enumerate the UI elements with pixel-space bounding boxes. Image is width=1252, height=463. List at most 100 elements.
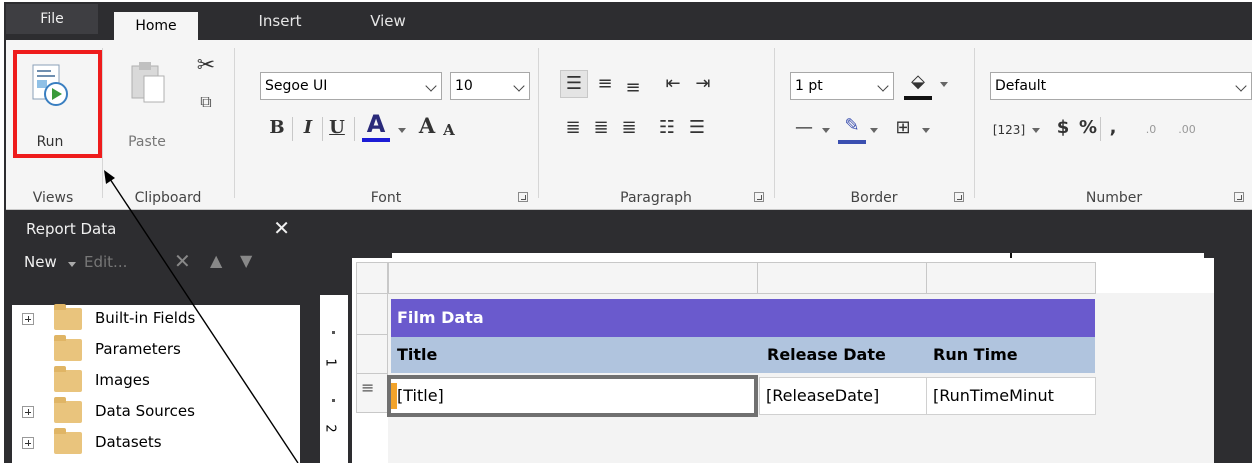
align-center-icon[interactable]: ≣ <box>588 116 614 140</box>
run-button-highlight <box>13 50 102 158</box>
tab-view[interactable]: View <box>366 2 410 40</box>
tree-item-parameters[interactable]: Parameters <box>12 335 300 366</box>
report-data-title: Report Data <box>26 220 117 238</box>
table-title-cell[interactable]: Film Data <box>391 299 1095 337</box>
header-cell-title[interactable]: Title <box>391 337 761 373</box>
italic-button[interactable]: I <box>298 116 318 140</box>
divider <box>292 117 293 141</box>
row-handle[interactable]: ≡ <box>356 373 388 413</box>
currency-button[interactable]: $ <box>1054 116 1072 140</box>
table-corner-handle[interactable] <box>356 262 388 294</box>
column-handle[interactable] <box>388 262 758 294</box>
paste-icon <box>131 62 165 103</box>
chevron-down-icon[interactable] <box>1032 128 1040 133</box>
expand-icon[interactable] <box>22 313 34 325</box>
chevron-down-icon <box>877 80 889 92</box>
vertical-ruler: 1 2 <box>320 295 348 463</box>
decrease-indent-icon[interactable]: ⇤ <box>660 72 686 96</box>
grow-font-button[interactable]: A <box>414 114 440 138</box>
chevron-down-icon[interactable] <box>870 128 878 133</box>
tree-item-datasets[interactable]: Datasets <box>12 428 300 459</box>
new-button[interactable]: New <box>24 253 57 271</box>
delete-icon[interactable]: ✕ <box>174 249 191 273</box>
border-group: 1 pt ⬙ — ✎ ⊞ Border <box>776 40 972 210</box>
close-icon[interactable]: ✕ <box>273 211 290 245</box>
expand-icon[interactable] <box>22 406 34 418</box>
folder-icon <box>54 397 82 423</box>
numbering-icon[interactable]: ☰ <box>684 116 710 140</box>
chevron-down-icon[interactable] <box>922 128 930 133</box>
font-name-combo[interactable]: Segoe UI <box>260 72 442 100</box>
number-dialog-launcher-icon[interactable] <box>1234 192 1244 202</box>
tree-item-label: Data Sources <box>95 402 195 420</box>
tab-insert[interactable]: Insert <box>250 2 310 40</box>
percent-button[interactable]: % <box>1076 116 1100 140</box>
border-dialog-launcher-icon[interactable] <box>954 192 964 202</box>
border-color-icon[interactable]: ⬙ <box>904 70 932 94</box>
borders-icon[interactable]: ⊞ <box>890 116 916 140</box>
tree-item-label: Datasets <box>95 433 162 451</box>
divider <box>354 117 355 141</box>
chevron-down-icon[interactable] <box>398 128 406 133</box>
align-middle-icon[interactable]: ≡ <box>592 72 618 96</box>
detail-cell-run-time[interactable]: [RunTimeMinut <box>926 377 1096 415</box>
paste-button[interactable]: Paste <box>116 54 178 154</box>
font-dialog-launcher-icon[interactable] <box>518 192 528 202</box>
column-handle[interactable] <box>926 262 1096 294</box>
header-cell-run-time[interactable]: Run Time <box>927 337 1095 373</box>
border-group-label: Border <box>850 190 898 206</box>
number-group-label: Number <box>1085 190 1143 206</box>
increase-indent-icon[interactable]: ⇥ <box>690 72 716 96</box>
expand-icon[interactable] <box>22 437 34 449</box>
report-data-pane: Report Data ✕ New Edit... ✕ ▲ ▼ Built-in… <box>6 211 300 463</box>
detail-cell-release-date[interactable]: [ReleaseDate] <box>759 377 927 415</box>
cut-icon[interactable]: ✂ <box>192 54 220 78</box>
paragraph-dialog-launcher-icon[interactable] <box>754 192 764 202</box>
chevron-down-icon[interactable] <box>940 82 948 87</box>
tree-item-label: Parameters <box>95 340 181 358</box>
clipboard-group-label: Clipboard <box>134 190 202 206</box>
bullets-icon[interactable]: ☷ <box>654 116 680 140</box>
move-down-icon[interactable]: ▼ <box>240 251 252 270</box>
comma-button[interactable]: , <box>1106 116 1120 140</box>
tree-item-images[interactable]: Images <box>12 366 300 397</box>
detail-cell-title[interactable]: [Title] <box>387 375 758 417</box>
align-bottom-icon[interactable]: ≡ <box>620 76 646 100</box>
align-left-icon[interactable]: ≣ <box>560 116 586 140</box>
font-size-combo[interactable]: 10 <box>450 72 530 100</box>
bold-button[interactable]: B <box>266 116 288 140</box>
background-fill-icon[interactable]: ✎ <box>838 114 866 138</box>
header-cell-release-date[interactable]: Release Date <box>761 337 927 373</box>
ribbon-home: Run Views Paste ✂ ⧉ Clipboard Segoe UI 1… <box>6 40 1252 210</box>
font-size-value: 10 <box>455 78 473 94</box>
tree-item-label: Images <box>95 371 150 389</box>
underline-button[interactable]: U <box>326 116 348 140</box>
align-right-icon[interactable]: ≣ <box>616 116 642 140</box>
tree-item-data-sources[interactable]: Data Sources <box>12 397 300 428</box>
align-top-icon[interactable]: ☰ <box>560 70 588 98</box>
border-style-icon[interactable]: — <box>790 116 818 140</box>
column-handle[interactable] <box>757 262 927 294</box>
views-group-label: Views <box>32 190 74 206</box>
report-data-toolbar: New Edit... ✕ ▲ ▼ <box>6 247 300 305</box>
border-color-swatch <box>904 96 932 100</box>
tab-home[interactable]: Home <box>114 12 198 40</box>
placeholder-styles-button[interactable]: [123] <box>990 118 1028 142</box>
tree-item-built-in-fields[interactable]: Built-in Fields <box>12 304 300 335</box>
chevron-down-icon[interactable] <box>822 128 830 133</box>
copy-icon[interactable]: ⧉ <box>192 90 220 114</box>
row-handle[interactable] <box>356 334 388 374</box>
number-group: Default [123] $ % , .0 .00 Number <box>976 40 1252 210</box>
move-up-icon[interactable]: ▲ <box>210 251 222 270</box>
increase-decimal-button[interactable]: .0 <box>1136 118 1166 142</box>
decrease-decimal-button[interactable]: .00 <box>1172 118 1202 142</box>
number-format-combo[interactable]: Default <box>990 72 1252 100</box>
chevron-down-icon[interactable] <box>68 262 76 267</box>
border-width-combo[interactable]: 1 pt <box>790 72 894 100</box>
row-handle[interactable] <box>356 293 388 335</box>
detail-cell-title-text: [Title] <box>397 386 444 405</box>
tab-file[interactable]: File <box>6 4 98 34</box>
edit-button[interactable]: Edit... <box>84 253 127 271</box>
shrink-font-button[interactable]: A <box>438 118 460 142</box>
font-color-button[interactable]: A <box>362 112 390 136</box>
